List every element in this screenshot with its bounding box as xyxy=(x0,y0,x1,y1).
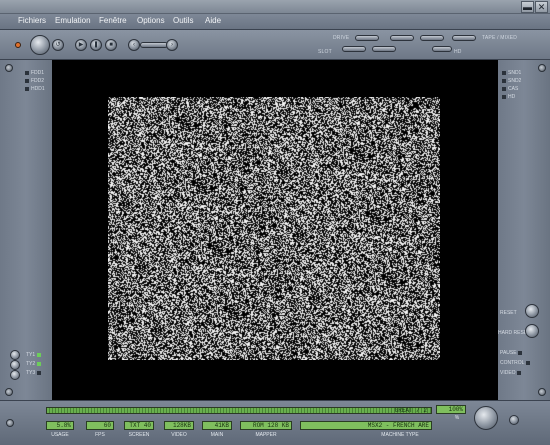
minimize-icon[interactable]: ▬ xyxy=(521,1,534,13)
screw-icon xyxy=(5,388,13,396)
menu-emulation[interactable]: Emulation xyxy=(55,16,91,25)
menu-outils[interactable]: Outils xyxy=(173,16,193,25)
reset-knob[interactable] xyxy=(525,304,539,318)
speed-reset-button[interactable] xyxy=(509,415,519,425)
led-fdd2: FDD2 xyxy=(25,78,44,84)
power-knob[interactable] xyxy=(30,35,50,55)
led-hd: HD xyxy=(502,94,515,100)
fps-label: FPS xyxy=(95,432,105,438)
drive-b-slider[interactable] xyxy=(390,35,414,41)
power-led-icon xyxy=(15,42,21,48)
screen-noise-display xyxy=(108,97,440,360)
reset-label: RESET xyxy=(500,310,517,316)
mapper-label: MAPPER xyxy=(255,432,277,438)
tape-slider[interactable] xyxy=(452,35,476,41)
led-snd2: SND2 xyxy=(502,78,521,84)
slot-label: SLOT xyxy=(318,49,332,55)
hd-label: HD xyxy=(454,49,462,55)
slot-2-slider[interactable] xyxy=(372,46,396,52)
led-snd1: SND1 xyxy=(502,70,521,76)
screw-icon xyxy=(6,419,14,427)
usage-label: USAGE xyxy=(51,432,69,438)
meter-status: GREAT / 2 xyxy=(394,407,427,414)
status-bar: GREAT / 2 100% 5.8% USAGE 60 FPS TXT 40 … xyxy=(0,400,550,445)
menu-fichiers[interactable]: Fichiers xyxy=(18,16,46,25)
emulator-screen[interactable] xyxy=(52,60,498,400)
drive-label: DRIVE xyxy=(333,35,350,41)
drive-a-slider[interactable] xyxy=(355,35,379,41)
left-panel: FDD1 FDD2 HDD1 TY1 TY2 TY3 xyxy=(0,60,52,400)
joystick-knob-2[interactable] xyxy=(10,360,20,370)
control-indicator[interactable]: CONTROL xyxy=(500,360,532,366)
mapper-value: ROM 128 KB xyxy=(240,421,292,430)
pause-indicator[interactable]: PAUSE xyxy=(500,350,524,356)
joystick-knob-3[interactable] xyxy=(10,370,20,380)
machine-type-label: MACHINE TYPE xyxy=(381,432,419,438)
fps-value: 60 xyxy=(86,421,114,430)
title-bar: ▬ ✕ xyxy=(0,0,550,14)
led-ty1: TY1 xyxy=(26,352,43,358)
hard-reset-knob[interactable] xyxy=(525,324,539,338)
usage-value: 5.8% xyxy=(46,421,74,430)
menu-options[interactable]: Options xyxy=(137,16,165,25)
speed-percent: 100% xyxy=(436,405,466,414)
cassette-slider[interactable] xyxy=(420,35,444,41)
hd-slider[interactable] xyxy=(432,46,452,52)
play-button[interactable]: ▶ xyxy=(75,39,87,51)
speed-up-button[interactable]: › xyxy=(166,39,178,51)
machine-type-value: MSX2 - FRENCH ARE xyxy=(300,421,432,430)
speed-down-button[interactable]: ‹ xyxy=(128,39,140,51)
video-indicator[interactable]: VIDEO xyxy=(500,370,523,376)
main-value: 41KB xyxy=(202,421,232,430)
stop-button[interactable]: ■ xyxy=(105,39,117,51)
screw-icon xyxy=(538,64,546,72)
main-label: MAIN xyxy=(210,432,224,438)
screw-icon xyxy=(5,64,13,72)
screen-value: TXT 40 xyxy=(124,421,154,430)
screw-icon xyxy=(538,388,546,396)
led-fdd1: FDD1 xyxy=(25,70,44,76)
speed-slider[interactable] xyxy=(140,42,168,48)
led-hdd1: HDD1 xyxy=(25,86,45,92)
pause-button[interactable]: ❚ xyxy=(90,39,102,51)
performance-meter: GREAT / 2 xyxy=(46,407,432,414)
reset-button[interactable]: ↺ xyxy=(52,39,64,51)
screen-label: SCREEN xyxy=(128,432,150,438)
close-icon[interactable]: ✕ xyxy=(535,1,548,13)
right-panel: SND1 SND2 CAS HD RESET HARD RESET PAUSE … xyxy=(498,60,550,400)
tape-label: TAPE / MIXED xyxy=(482,35,518,41)
video-value: 128KB xyxy=(164,421,194,430)
led-ty2: TY2 xyxy=(26,361,43,367)
menu-aide[interactable]: Aide xyxy=(205,16,221,25)
joystick-knob-1[interactable] xyxy=(10,350,20,360)
video-label: VIDEO xyxy=(171,432,187,438)
speed-knob[interactable] xyxy=(474,406,498,430)
toolbar: ↺ ▶ ❚ ■ ‹ › DRIVE SLOT TAPE / MIXED HD xyxy=(0,30,550,60)
slot-1-slider[interactable] xyxy=(342,46,366,52)
led-ty3: TY3 xyxy=(26,370,43,376)
menu-fenetre[interactable]: Fenêtre xyxy=(99,16,127,25)
menu-bar: Fichiers Emulation Fenêtre Options Outil… xyxy=(0,14,550,30)
percent-sign: % xyxy=(454,415,460,421)
led-cas: CAS xyxy=(502,86,518,92)
